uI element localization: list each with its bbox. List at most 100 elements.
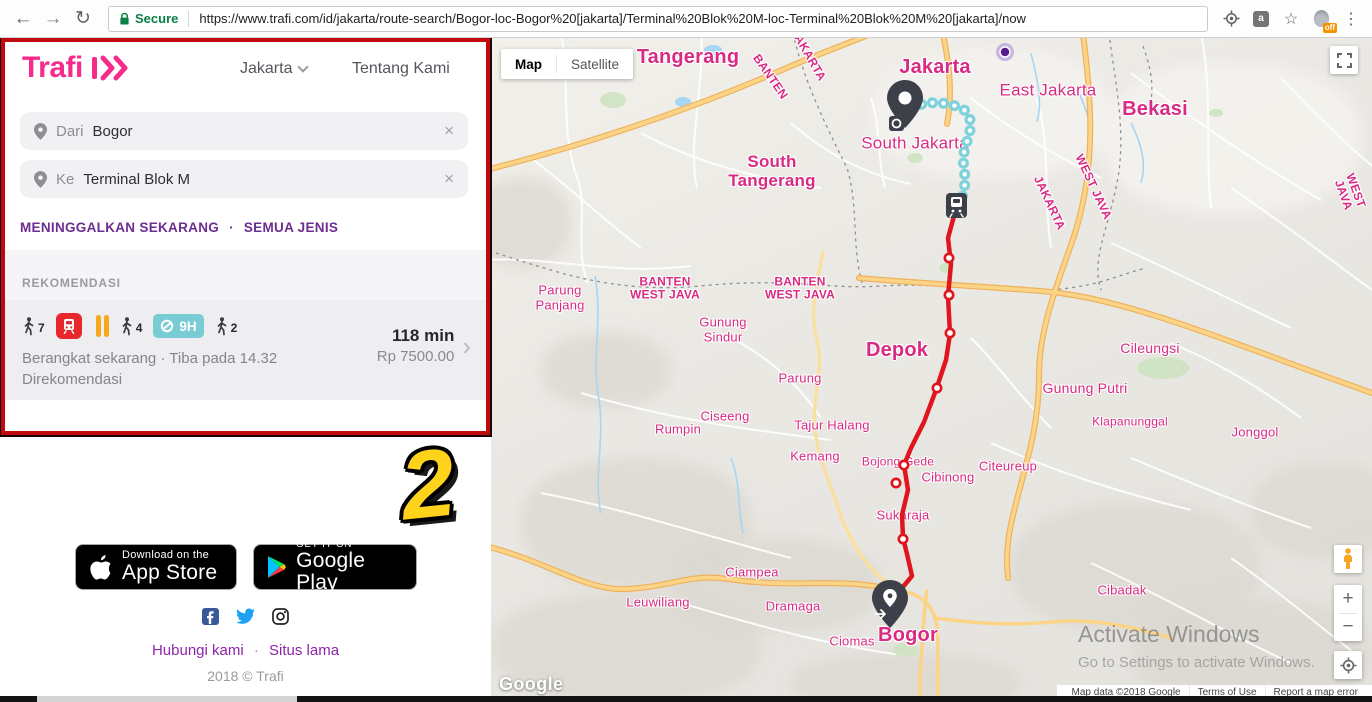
apple-icon	[90, 554, 112, 580]
zoom-control: + −	[1334, 585, 1362, 641]
appstore-badge[interactable]: Download on the App Store	[75, 544, 237, 590]
pegman-icon	[1342, 548, 1354, 570]
clear-to-icon[interactable]: ×	[444, 169, 454, 189]
to-value: Terminal Blok M	[83, 171, 190, 188]
ticket-bars	[96, 315, 109, 337]
commuter-logo-icon	[160, 319, 174, 333]
walk-segment: 2	[215, 317, 238, 336]
poi-dot-purple	[996, 43, 1014, 61]
trafi-logo[interactable]: Trafi	[22, 51, 131, 85]
facebook-icon[interactable]	[202, 608, 219, 625]
walking-route-dots	[911, 103, 970, 205]
instagram-icon[interactable]	[272, 608, 289, 625]
walk-segment: 4	[120, 317, 143, 336]
zoom-out-button[interactable]: −	[1334, 614, 1362, 642]
twitter-icon[interactable]	[236, 608, 255, 625]
clear-from-icon[interactable]: ×	[444, 121, 454, 141]
map-tab[interactable]: Map	[501, 57, 556, 72]
horizontal-scrollbar-thumb[interactable]	[37, 696, 297, 702]
walking-person-icon	[120, 317, 133, 336]
train-route-line	[890, 216, 954, 603]
about-link-label: Tentang Kami	[352, 60, 450, 78]
origin-pin	[872, 580, 908, 628]
leave-now-link[interactable]: MENINGGALKAN SEKARANG	[20, 220, 219, 235]
walk-minutes: 7	[38, 321, 45, 336]
secure-indicator[interactable]: Secure	[119, 11, 178, 26]
zoom-in-button[interactable]: +	[1334, 585, 1362, 613]
my-location-button[interactable]	[1334, 651, 1362, 679]
route-layer	[491, 38, 1372, 702]
annotation-step-number: 2	[395, 428, 460, 543]
city-selector[interactable]: Jakarta	[240, 60, 307, 78]
route-stops	[892, 254, 954, 543]
translate-icon[interactable]: a	[1248, 6, 1274, 32]
appstore-title: App Store	[122, 562, 217, 584]
contact-link[interactable]: Hubungi kami	[152, 642, 244, 659]
recommendation-section: REKOMENDASI	[0, 250, 491, 300]
chevron-down-icon	[298, 61, 309, 72]
google-map[interactable]: TangerangJakartaEast JakartaBekasiSouth …	[491, 38, 1372, 702]
from-label: Dari	[56, 123, 84, 140]
secure-label: Secure	[135, 11, 178, 26]
from-value: Bogor	[93, 123, 133, 140]
extension-off-badge: off	[1323, 23, 1337, 33]
to-input[interactable]: Ke Terminal Blok M ×	[20, 160, 468, 198]
map-pin-icon	[34, 123, 47, 140]
walking-person-icon	[215, 317, 228, 336]
back-button[interactable]: ←	[8, 4, 38, 34]
walking-person-icon	[22, 317, 35, 336]
trafi-logo-mark	[91, 55, 131, 81]
url-text: https://www.trafi.com/id/jakarta/route-s…	[199, 11, 1026, 26]
route-depart-info: Berangkat sekarang · Tiba pada 14.32	[22, 350, 277, 367]
route-price: Rp 7500.00	[377, 348, 455, 365]
my-location-icon	[1340, 657, 1357, 674]
route-duration: 118 min	[377, 326, 455, 346]
location-target-icon[interactable]	[1218, 6, 1244, 32]
browser-menu-icon[interactable]: ⋮	[1338, 6, 1364, 32]
copyright-text: 2018 © Trafi	[0, 668, 491, 684]
bookmark-star-icon[interactable]: ☆	[1278, 6, 1304, 32]
chevron-right-icon[interactable]: ›	[462, 336, 471, 356]
footer-separator: ·	[248, 642, 265, 659]
map-type-control: Map Satellite	[501, 49, 633, 79]
to-label: Ke	[56, 171, 74, 188]
walk-minutes: 2	[231, 321, 238, 336]
destination-pin	[887, 80, 923, 131]
walk-segment: 7	[22, 317, 45, 336]
route-recommended-info: Direkomendasi	[22, 371, 122, 388]
map-pin-icon	[34, 171, 47, 188]
city-selector-label: Jakarta	[240, 60, 292, 78]
googleplay-title: Google Play	[296, 550, 402, 594]
train-station-icon	[946, 193, 967, 218]
lock-icon	[119, 12, 130, 26]
train-icon	[61, 318, 77, 334]
line-code: 9H	[179, 319, 196, 334]
commuter-line-badge: 9H	[153, 314, 203, 338]
google-logo: Google	[499, 674, 563, 695]
walk-minutes: 4	[136, 321, 143, 336]
google-play-icon	[268, 555, 286, 579]
url-divider	[188, 11, 189, 27]
address-bar[interactable]: Secure https://www.trafi.com/id/jakarta/…	[108, 6, 1208, 32]
browser-window: ← → ↻ Secure https://www.trafi.com/id/ja…	[0, 0, 1372, 702]
forward-button[interactable]: →	[38, 4, 68, 34]
all-types-link[interactable]: SEMUA JENIS	[244, 220, 338, 235]
browser-toolbar: ← → ↻ Secure https://www.trafi.com/id/ja…	[0, 0, 1372, 38]
recommendation-header: REKOMENDASI	[22, 276, 121, 290]
about-link[interactable]: Tentang Kami	[352, 60, 450, 78]
train-line-badge	[56, 313, 82, 339]
fullscreen-icon	[1337, 53, 1352, 68]
fullscreen-button[interactable]	[1330, 46, 1358, 74]
satellite-tab[interactable]: Satellite	[557, 57, 633, 72]
googleplay-badge[interactable]: GET IT ON Google Play	[253, 544, 417, 590]
link-separator: ·	[229, 220, 234, 235]
bottom-window-edge	[0, 696, 1372, 702]
refresh-button[interactable]: ↻	[68, 4, 98, 34]
trafi-wordmark: Trafi	[22, 51, 83, 85]
route-result-card[interactable]: 7 4	[0, 300, 491, 400]
extension-icon[interactable]: off	[1308, 6, 1334, 32]
trafi-side-panel: Trafi Jakarta Tentang Kami Dari Bogor ×	[0, 38, 491, 702]
from-input[interactable]: Dari Bogor ×	[20, 112, 468, 150]
old-site-link[interactable]: Situs lama	[269, 642, 339, 659]
streetview-pegman-button[interactable]	[1334, 545, 1362, 573]
